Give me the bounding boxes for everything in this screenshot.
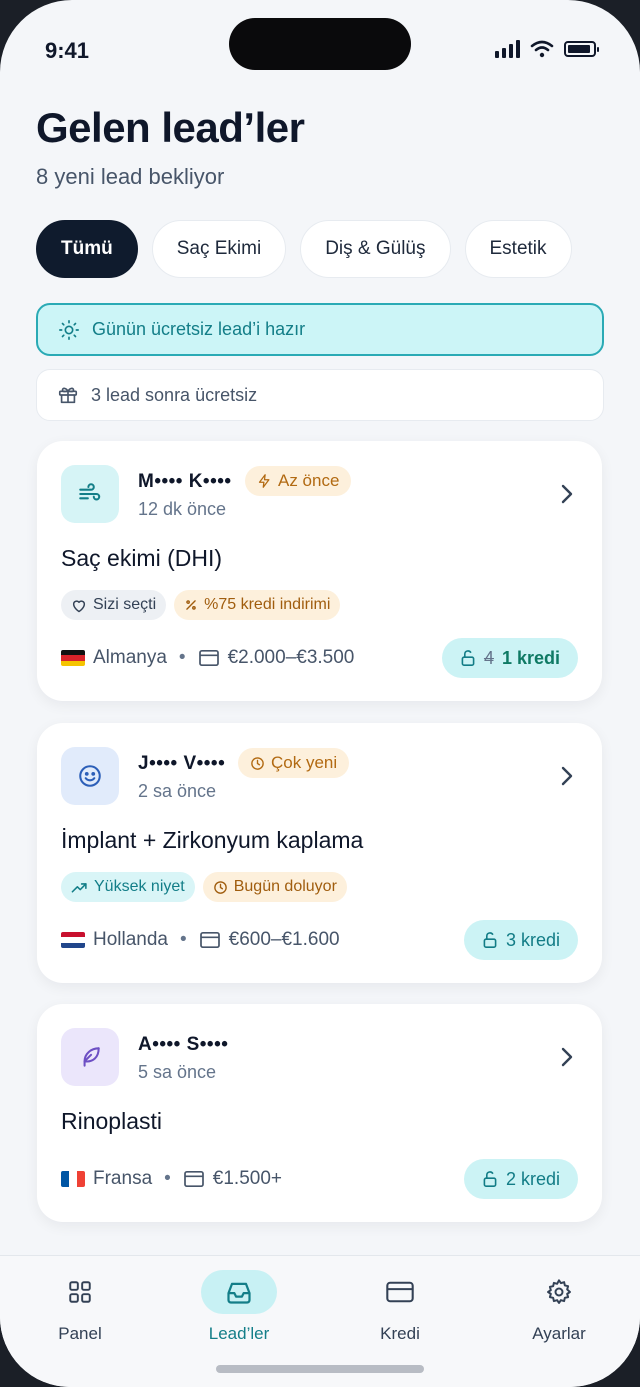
- gift-icon: [58, 387, 78, 404]
- heart-icon: [72, 599, 86, 612]
- filter-chip-dental[interactable]: Diş & Gülüş: [300, 220, 451, 278]
- tab-label: Kredi: [380, 1324, 420, 1343]
- card-icon: [198, 649, 219, 667]
- status-icons: [495, 40, 599, 58]
- lead-name: A•••• S••••: [138, 1034, 229, 1055]
- screen: 9:41 Gelen lead’ler 8 yeni lead bekliyor…: [0, 0, 640, 1387]
- lead-country: Hollanda: [93, 929, 168, 950]
- lead-recency-badge: Çok yeni: [238, 748, 350, 778]
- tab-label: Ayarlar: [532, 1324, 586, 1343]
- pill-high-intent: Yüksek niyet: [61, 872, 195, 902]
- home-indicator[interactable]: [216, 1365, 424, 1373]
- page-subtitle: 8 yeni lead bekliyor: [36, 164, 225, 189]
- gift-progress-text: 3 lead sonra ücretsiz: [91, 384, 258, 405]
- credit-card-icon: [362, 1270, 438, 1314]
- pill-selected-you: Sizi seçti: [61, 590, 167, 620]
- lead-country: Fransa: [93, 1168, 153, 1189]
- tab-credit[interactable]: Kredi: [345, 1270, 455, 1344]
- lead-budget: €600–€1.600: [228, 929, 340, 950]
- credit-price: 3 kredi: [505, 929, 560, 950]
- lead-service: Saç ekimi (DHI): [61, 545, 223, 571]
- credit-price: 1 kredi: [501, 647, 560, 668]
- card-icon: [183, 1170, 204, 1188]
- lead-name: J•••• V••••: [138, 753, 226, 774]
- tab-label: Lead’ler: [208, 1324, 270, 1343]
- inbox-icon: [201, 1270, 277, 1314]
- clock-icon: [251, 756, 264, 770]
- tab-leads[interactable]: Lead’ler: [184, 1270, 294, 1344]
- dynamic-island: [229, 18, 411, 70]
- feather-icon: [61, 1028, 119, 1086]
- flag-france-icon: [61, 1171, 85, 1187]
- sun-icon: [59, 319, 79, 340]
- lead-time: 2 sa önce: [138, 781, 217, 801]
- lead-pills: Yüksek niyet Bugün doluyor: [61, 872, 347, 902]
- lead-service: İmplant + Zirkonyum kaplama: [61, 827, 364, 853]
- unlock-icon: [483, 1171, 497, 1187]
- clock-icon: [213, 880, 227, 894]
- tab-settings[interactable]: Ayarlar: [504, 1270, 614, 1344]
- gear-icon: [521, 1270, 597, 1314]
- lead-country: Almanya: [93, 647, 167, 668]
- battery-icon: [564, 41, 599, 57]
- flag-netherlands-icon: [61, 932, 85, 948]
- bolt-icon: [258, 474, 270, 488]
- signal-icon: [495, 40, 520, 58]
- lead-budget: €1.500+: [212, 1168, 283, 1189]
- unlock-credit-button[interactable]: 3 kredi: [463, 920, 578, 960]
- credit-price: 2 kredi: [505, 1168, 560, 1189]
- lead-service: Rinoplasti: [61, 1108, 162, 1134]
- lead-meta: Hollanda • €600–€1.600: [61, 929, 340, 951]
- trending-up-icon: [71, 882, 87, 893]
- unlock-credit-button[interactable]: 4 1 kredi: [441, 638, 578, 678]
- wifi-icon: [530, 40, 554, 58]
- lead-card[interactable]: A•••• S•••• 5 sa önce Rinoplasti Fransa …: [37, 1004, 602, 1222]
- tab-label: Panel: [58, 1324, 102, 1343]
- pill-filling-today: Bugün doluyor: [202, 872, 347, 902]
- page-title: Gelen lead’ler: [36, 104, 305, 151]
- credit-old-price: 4: [483, 647, 494, 668]
- device-frame: 9:41 Gelen lead’ler 8 yeni lead bekliyor…: [0, 0, 640, 1387]
- wind-icon: [61, 465, 119, 523]
- tab-panel[interactable]: Panel: [25, 1270, 135, 1344]
- lead-name: M•••• K••••: [138, 471, 232, 492]
- chevron-right-icon[interactable]: [560, 483, 574, 505]
- status-time: 9:41: [45, 38, 90, 63]
- filter-chip-hair[interactable]: Saç Ekimi: [151, 220, 287, 278]
- lead-card[interactable]: J•••• V•••• Çok yeni 2 sa önce İmplant +…: [37, 723, 602, 983]
- percent-icon: [186, 600, 196, 610]
- lead-meta: Fransa • €1.500+: [61, 1168, 282, 1190]
- free-lead-banner[interactable]: Günün ücretsiz lead’i hazır: [36, 303, 604, 356]
- unlock-credit-button[interactable]: 2 kredi: [463, 1159, 578, 1199]
- grid-icon: [42, 1270, 118, 1314]
- unlock-icon: [483, 932, 497, 948]
- lead-budget: €2.000–€3.500: [227, 647, 355, 668]
- filter-chips: Tümü Saç Ekimi Diş & Gülüş Estetik: [36, 220, 572, 278]
- lead-meta: Almanya • €2.000–€3.500: [61, 647, 354, 669]
- filter-chip-all[interactable]: Tümü: [36, 220, 138, 278]
- flag-germany-icon: [61, 650, 85, 666]
- pill-discount: %75 kredi indirimi: [174, 590, 341, 620]
- unlock-icon: [461, 650, 475, 666]
- lead-time: 5 sa önce: [138, 1062, 217, 1082]
- filter-chip-aesthetic[interactable]: Estetik: [464, 220, 572, 278]
- gift-progress-banner: 3 lead sonra ücretsiz: [36, 369, 604, 421]
- card-icon: [199, 931, 220, 949]
- lead-pills: Sizi seçti %75 kredi indirimi: [61, 590, 341, 620]
- lead-time: 12 dk önce: [138, 499, 227, 519]
- smile-icon: [61, 747, 119, 805]
- chevron-right-icon[interactable]: [560, 1046, 574, 1068]
- lead-recency-badge: Az önce: [245, 466, 352, 496]
- lead-card[interactable]: M•••• K•••• Az önce 12 dk önce Saç ekimi…: [37, 441, 602, 701]
- free-lead-text: Günün ücretsiz lead’i hazır: [92, 319, 306, 339]
- chevron-right-icon[interactable]: [560, 765, 574, 787]
